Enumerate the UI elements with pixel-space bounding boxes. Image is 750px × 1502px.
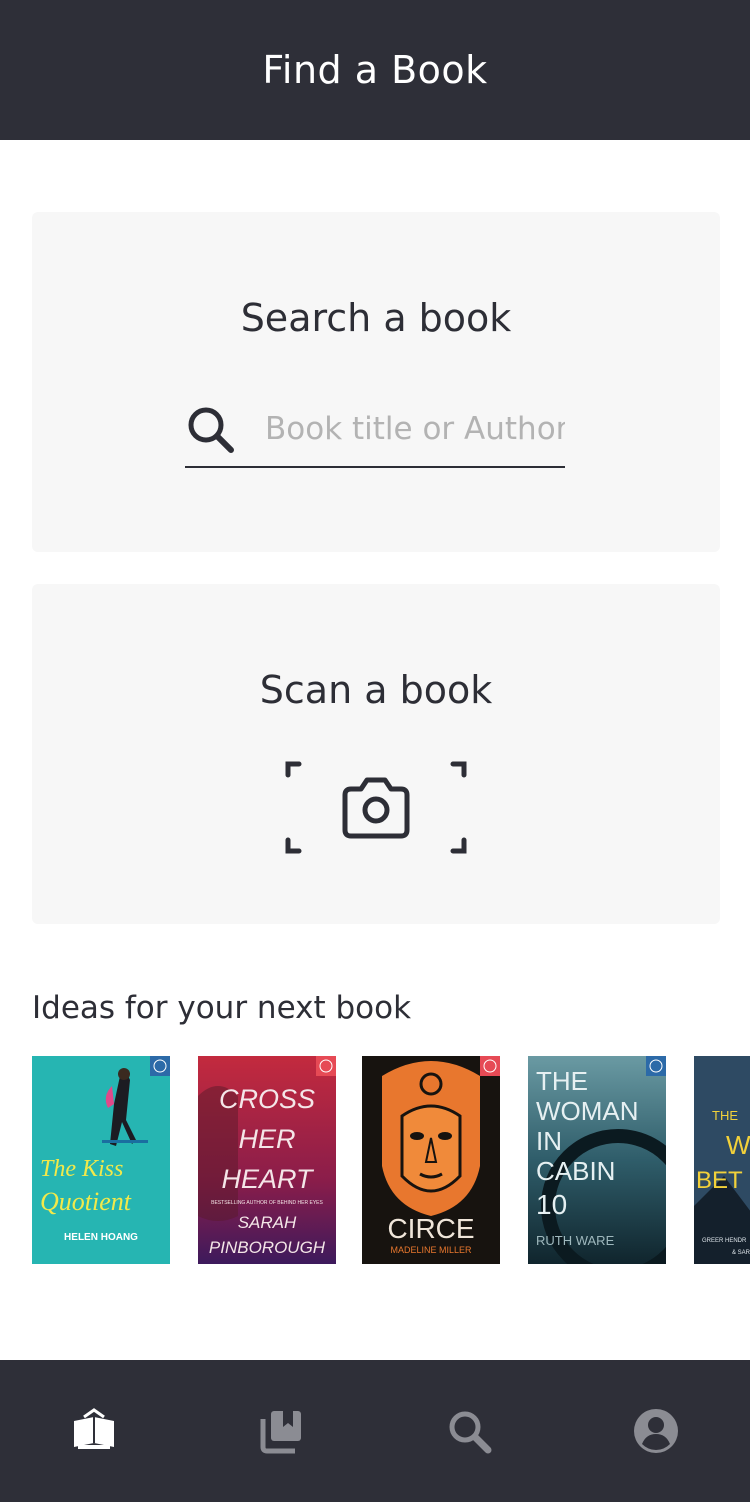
svg-text:CROSS: CROSS	[219, 1084, 315, 1114]
svg-text:THE: THE	[536, 1066, 588, 1096]
svg-text:10: 10	[536, 1189, 567, 1220]
book-cover-partial[interactable]: THE W BET GREER HENDR & SARA	[694, 1056, 750, 1264]
svg-text:THE: THE	[712, 1108, 738, 1123]
page-title: Find a Book	[262, 48, 488, 92]
book-carousel[interactable]: The Kiss Quotient HELEN HOANG CROSS HER …	[32, 1056, 750, 1264]
svg-text:GREER HENDR: GREER HENDR	[702, 1238, 747, 1244]
svg-text:HER: HER	[238, 1124, 295, 1154]
search-field[interactable]	[185, 392, 565, 468]
svg-text:& SARA: & SARA	[732, 1250, 750, 1256]
svg-text:Quotient: Quotient	[40, 1187, 132, 1216]
user-icon	[634, 1409, 679, 1453]
bottom-nav	[0, 1360, 750, 1502]
svg-text:BESTSELLING AUTHOR OF BEHIND H: BESTSELLING AUTHOR OF BEHIND HER EYES	[211, 1200, 323, 1206]
scan-button[interactable]	[285, 761, 467, 854]
book-cover-cross-her-heart[interactable]: CROSS HER HEART BESTSELLING AUTHOR OF BE…	[198, 1056, 336, 1264]
search-card-title: Search a book	[240, 296, 512, 340]
scan-card[interactable]: Scan a book	[32, 584, 720, 924]
svg-text:HEART: HEART	[221, 1164, 315, 1194]
search-icon	[188, 407, 234, 453]
svg-text:CIRCE: CIRCE	[387, 1213, 474, 1244]
open-book-icon	[73, 1408, 114, 1449]
scan-card-title: Scan a book	[259, 668, 493, 712]
book-cover-kiss-quotient[interactable]: The Kiss Quotient HELEN HOANG	[32, 1056, 170, 1264]
ideas-section-title: Ideas for your next book	[32, 990, 412, 1026]
nav-profile[interactable]	[612, 1387, 700, 1475]
svg-text:IN: IN	[536, 1126, 562, 1156]
book-cover-woman-in-cabin-10[interactable]: THE WOMAN IN CABIN 10 RUTH WARE	[528, 1056, 666, 1264]
svg-text:BET: BET	[696, 1167, 743, 1194]
nav-search[interactable]	[425, 1387, 513, 1475]
search-icon	[449, 1411, 492, 1454]
svg-text:SARAH: SARAH	[238, 1213, 297, 1232]
svg-text:WOMAN: WOMAN	[536, 1096, 639, 1126]
svg-text:W: W	[726, 1130, 750, 1160]
book-cover-circe[interactable]: CIRCE MADELINE MILLER	[362, 1056, 500, 1264]
search-card: Search a book	[32, 212, 720, 552]
nav-discover[interactable]	[50, 1387, 138, 1475]
bookshelf-icon	[260, 1411, 302, 1454]
svg-text:CABIN: CABIN	[536, 1156, 615, 1186]
app-header: Find a Book	[0, 0, 750, 140]
svg-text:MADELINE MILLER: MADELINE MILLER	[390, 1245, 472, 1255]
svg-text:HELEN HOANG: HELEN HOANG	[64, 1232, 138, 1243]
search-input[interactable]	[265, 411, 565, 447]
nav-library[interactable]	[237, 1387, 325, 1475]
svg-text:RUTH WARE: RUTH WARE	[536, 1233, 615, 1248]
camera-icon	[342, 777, 410, 839]
svg-text:PINBOROUGH: PINBOROUGH	[209, 1238, 326, 1257]
book-title-text: The Kiss	[40, 1156, 123, 1182]
